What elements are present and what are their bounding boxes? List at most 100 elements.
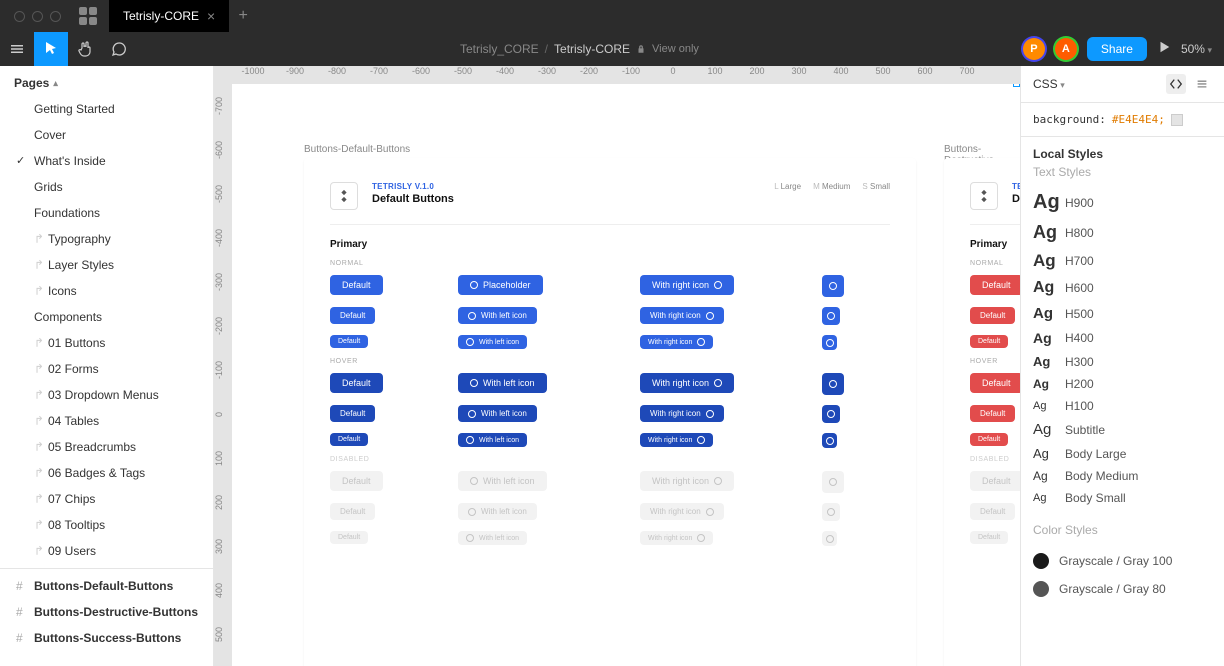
figma-logo-icon[interactable] <box>79 7 97 25</box>
page-subitem[interactable]: Layer Styles <box>0 252 213 278</box>
sample-button[interactable] <box>822 531 837 546</box>
sample-button[interactable]: Default <box>330 471 383 491</box>
sample-button[interactable]: With left icon <box>458 503 537 520</box>
color-style-item[interactable]: Grayscale / Gray 100 <box>1033 547 1212 575</box>
avatar-user-2[interactable]: A <box>1055 38 1077 60</box>
sample-button[interactable]: With left icon <box>458 373 547 393</box>
minimize-window-icon[interactable] <box>32 11 43 22</box>
canvas[interactable]: Buttons-Default-Buttons Buttons-Destruct… <box>232 84 1020 666</box>
sample-button[interactable]: With right icon <box>640 531 713 545</box>
list-view-button[interactable] <box>1192 74 1212 94</box>
sample-button[interactable]: With left icon <box>458 405 537 422</box>
sample-button[interactable] <box>822 307 840 325</box>
move-tool-button[interactable] <box>34 32 68 66</box>
sample-button[interactable]: Default <box>330 275 383 295</box>
text-style-item[interactable]: AgH600 <box>1033 277 1212 303</box>
page-item[interactable]: What's Inside <box>0 148 213 174</box>
sample-button[interactable]: With right icon <box>640 503 724 520</box>
text-style-item[interactable]: AgH500 <box>1033 303 1212 328</box>
page-subitem[interactable]: 04 Tables <box>0 408 213 434</box>
sample-button[interactable]: With right icon <box>640 275 734 295</box>
share-button[interactable]: Share <box>1087 37 1147 61</box>
comment-tool-button[interactable] <box>102 32 136 66</box>
color-style-item[interactable]: Grayscale / Gray 80 <box>1033 575 1212 603</box>
text-style-item[interactable]: AgH900 <box>1033 189 1212 220</box>
layer-frame[interactable]: Buttons-Default-Buttons <box>0 573 213 599</box>
page-item[interactable]: Getting Started <box>0 96 213 122</box>
sample-button[interactable]: With right icon <box>640 335 713 349</box>
code-view-button[interactable] <box>1166 74 1186 94</box>
sample-button[interactable]: Default <box>970 503 1015 520</box>
pages-header[interactable]: Pages <box>0 66 213 96</box>
present-button[interactable] <box>1157 40 1171 59</box>
text-style-item[interactable]: AgH700 <box>1033 249 1212 277</box>
page-subitem[interactable]: 03 Dropdown Menus <box>0 382 213 408</box>
text-style-item[interactable]: AgBody Medium <box>1033 467 1212 489</box>
layer-frame[interactable]: Buttons-Success-Buttons <box>0 625 213 651</box>
text-style-item[interactable]: AgBody Large <box>1033 444 1212 467</box>
hand-tool-button[interactable] <box>68 32 102 66</box>
sample-button[interactable]: Default <box>970 433 1008 446</box>
sample-button[interactable]: Default <box>970 335 1008 348</box>
sample-button[interactable]: Default <box>330 405 375 422</box>
sample-button[interactable] <box>822 405 840 423</box>
sample-button[interactable] <box>822 335 837 350</box>
page-subitem[interactable]: 06 Badges & Tags <box>0 460 213 486</box>
canvas-viewport[interactable]: -1000-900-800-700-600-500-400-300-200-10… <box>214 66 1020 666</box>
close-tab-icon[interactable]: × <box>207 8 215 24</box>
page-subitem[interactable]: Typography <box>0 226 213 252</box>
sample-button[interactable]: With right icon <box>640 433 713 447</box>
sample-button[interactable]: Default <box>970 405 1015 422</box>
sample-button[interactable]: Default <box>970 471 1020 491</box>
sample-button[interactable]: Default <box>330 335 368 348</box>
sample-button[interactable] <box>822 503 840 521</box>
sample-button[interactable]: Default <box>970 373 1020 393</box>
sample-button[interactable]: Default <box>330 433 368 446</box>
text-style-item[interactable]: AgH200 <box>1033 375 1212 397</box>
sample-button[interactable]: Default <box>330 373 383 393</box>
tab-document[interactable]: Tetrisly-CORE × <box>109 0 229 32</box>
sample-button[interactable]: With right icon <box>640 307 724 324</box>
layer-frame[interactable]: Buttons-Destructive-Buttons <box>0 599 213 625</box>
page-subitem[interactable]: Icons <box>0 278 213 304</box>
page-subitem[interactable]: 05 Breadcrumbs <box>0 434 213 460</box>
sample-button[interactable] <box>822 373 844 395</box>
page-item[interactable]: Components <box>0 304 213 330</box>
avatar-user-1[interactable]: P <box>1023 38 1045 60</box>
sample-button[interactable]: With right icon <box>640 373 734 393</box>
sample-button[interactable] <box>822 433 837 448</box>
text-style-item[interactable]: AgH100 <box>1033 397 1212 419</box>
sample-button[interactable]: Default <box>970 275 1020 295</box>
sample-button[interactable]: With left icon <box>458 307 537 324</box>
text-style-item[interactable]: AgH400 <box>1033 328 1212 352</box>
sample-button[interactable]: With left icon <box>458 335 527 349</box>
frame-default-buttons[interactable]: TETRISLY V.1.0 Default Buttons Large Med… <box>304 158 916 666</box>
page-subitem[interactable]: 07 Chips <box>0 486 213 512</box>
sample-button[interactable]: Default <box>970 307 1015 324</box>
sample-button[interactable]: With right icon <box>640 405 724 422</box>
page-subitem[interactable]: 02 Forms <box>0 356 213 382</box>
new-tab-button[interactable]: + <box>229 7 257 25</box>
page-subitem[interactable]: 01 Buttons <box>0 330 213 356</box>
sample-button[interactable]: Default <box>330 307 375 324</box>
page-subitem[interactable]: 09 Users <box>0 538 213 564</box>
text-style-item[interactable]: AgBody Small <box>1033 489 1212 511</box>
code-line[interactable]: background: #E4E4E4; <box>1021 103 1224 137</box>
close-window-icon[interactable] <box>14 11 25 22</box>
sample-button[interactable]: With left icon <box>458 531 527 545</box>
menu-button[interactable] <box>0 32 34 66</box>
sample-button[interactable]: Default <box>330 531 368 544</box>
selection-handle[interactable] <box>1013 84 1020 87</box>
sample-button[interactable] <box>822 275 844 297</box>
sample-button[interactable]: Default <box>970 531 1008 544</box>
breadcrumb[interactable]: Tetrisly_CORE / Tetrisly-CORE View only <box>136 42 1023 56</box>
sample-button[interactable] <box>822 471 844 493</box>
frame-destructive-buttons[interactable]: TETRISLY V.1.0 Destructive Buttons Prima… <box>944 158 1020 666</box>
page-subitem[interactable]: 08 Tooltips <box>0 512 213 538</box>
page-item[interactable]: Cover <box>0 122 213 148</box>
zoom-select[interactable]: 50% <box>1181 42 1212 56</box>
sample-button[interactable]: With left icon <box>458 433 527 447</box>
page-item[interactable]: Foundations <box>0 200 213 226</box>
sample-button[interactable]: With right icon <box>640 471 734 491</box>
code-language-select[interactable]: CSS <box>1033 77 1065 91</box>
